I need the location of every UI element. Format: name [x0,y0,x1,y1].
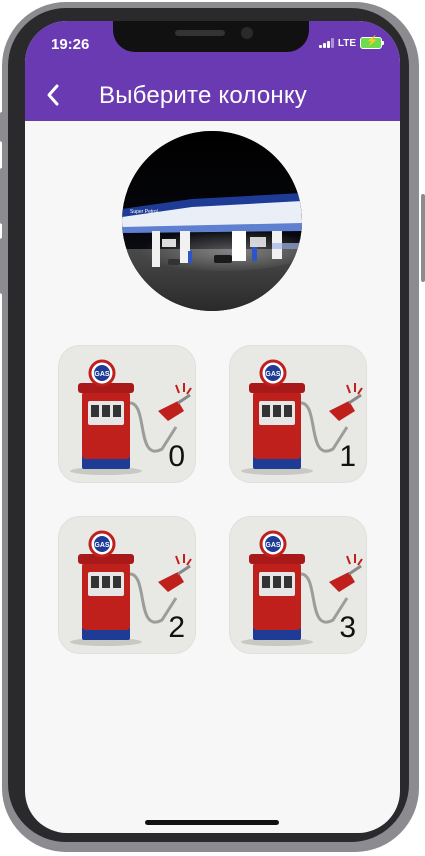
front-camera [241,27,253,39]
chevron-left-icon [47,84,59,106]
svg-text:GAS: GAS [265,542,281,549]
app-bar: Выберите колонку [25,69,400,121]
status-bar: 19:26 LTE ⚡ [25,21,400,69]
volume-up-button [0,168,4,224]
status-time: 19:26 [51,36,90,53]
pump-number: 1 [339,440,356,473]
home-indicator[interactable] [145,820,279,825]
pump-number: 2 [168,611,185,644]
status-indicators: LTE ⚡ [318,36,384,49]
page-title: Выберите колонку [99,82,308,109]
screen: 19:26 LTE ⚡ Выберите колонку Super Petro… [25,21,400,833]
pump-tile-0[interactable]: GAS 0 [58,345,196,483]
pump-number: 0 [168,440,185,473]
notch [113,21,309,52]
pump-tile-2[interactable]: GAS 2 [58,516,196,654]
gas-station-illustration: Super Petrol [122,131,302,311]
pump-tile-3[interactable]: GAS 3 [229,516,367,654]
pump-tile-1[interactable]: GAS 1 [229,345,367,483]
network-label: LTE [337,37,356,49]
station-photo: Super Petrol [122,131,302,311]
silent-switch [0,112,4,142]
back-button[interactable] [39,77,75,113]
svg-text:GAS: GAS [265,371,281,378]
svg-text:Super Petrol: Super Petrol [130,209,158,215]
svg-text:GAS: GAS [94,371,110,378]
pump-number: 3 [339,611,356,644]
power-button [421,194,425,282]
battery-icon: ⚡ [360,36,384,49]
volume-down-button [0,238,4,294]
speaker-grille [175,30,225,36]
signal-icon [318,38,334,48]
svg-text:GAS: GAS [94,542,110,549]
